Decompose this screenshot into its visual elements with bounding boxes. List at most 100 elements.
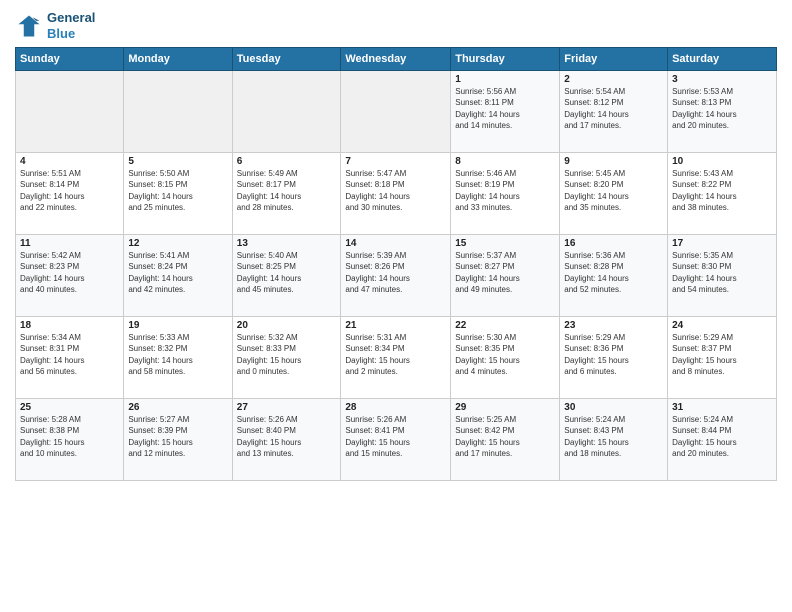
calendar-day-cell: 12Sunrise: 5:41 AM Sunset: 8:24 PM Dayli… (124, 235, 232, 317)
day-info: Sunrise: 5:53 AM Sunset: 8:13 PM Dayligh… (672, 86, 772, 131)
day-info: Sunrise: 5:35 AM Sunset: 8:30 PM Dayligh… (672, 250, 772, 295)
day-number: 22 (455, 320, 555, 331)
day-info: Sunrise: 5:41 AM Sunset: 8:24 PM Dayligh… (128, 250, 227, 295)
day-info: Sunrise: 5:32 AM Sunset: 8:33 PM Dayligh… (237, 332, 337, 377)
day-info: Sunrise: 5:50 AM Sunset: 8:15 PM Dayligh… (128, 168, 227, 213)
calendar-day-cell: 8Sunrise: 5:46 AM Sunset: 8:19 PM Daylig… (451, 153, 560, 235)
calendar-day-cell: 4Sunrise: 5:51 AM Sunset: 8:14 PM Daylig… (16, 153, 124, 235)
calendar-day-cell: 16Sunrise: 5:36 AM Sunset: 8:28 PM Dayli… (560, 235, 668, 317)
day-info: Sunrise: 5:26 AM Sunset: 8:41 PM Dayligh… (345, 414, 446, 459)
calendar-day-cell: 11Sunrise: 5:42 AM Sunset: 8:23 PM Dayli… (16, 235, 124, 317)
weekday-header: Wednesday (341, 48, 451, 71)
day-number: 25 (20, 402, 119, 413)
day-number: 16 (564, 238, 663, 249)
calendar-day-cell: 29Sunrise: 5:25 AM Sunset: 8:42 PM Dayli… (451, 399, 560, 481)
calendar-day-cell (341, 71, 451, 153)
calendar-week-row: 18Sunrise: 5:34 AM Sunset: 8:31 PM Dayli… (16, 317, 777, 399)
day-info: Sunrise: 5:33 AM Sunset: 8:32 PM Dayligh… (128, 332, 227, 377)
day-number: 19 (128, 320, 227, 331)
calendar-day-cell: 23Sunrise: 5:29 AM Sunset: 8:36 PM Dayli… (560, 317, 668, 399)
calendar-table: SundayMondayTuesdayWednesdayThursdayFrid… (15, 47, 777, 481)
day-number: 12 (128, 238, 227, 249)
calendar-day-cell: 31Sunrise: 5:24 AM Sunset: 8:44 PM Dayli… (668, 399, 777, 481)
day-number: 23 (564, 320, 663, 331)
day-info: Sunrise: 5:45 AM Sunset: 8:20 PM Dayligh… (564, 168, 663, 213)
day-number: 18 (20, 320, 119, 331)
day-number: 27 (237, 402, 337, 413)
day-number: 6 (237, 156, 337, 167)
weekday-header: Saturday (668, 48, 777, 71)
calendar-day-cell: 26Sunrise: 5:27 AM Sunset: 8:39 PM Dayli… (124, 399, 232, 481)
logo-text: General Blue (47, 10, 95, 41)
calendar-day-cell: 30Sunrise: 5:24 AM Sunset: 8:43 PM Dayli… (560, 399, 668, 481)
day-number: 29 (455, 402, 555, 413)
calendar-day-cell (232, 71, 341, 153)
day-number: 1 (455, 74, 555, 85)
calendar-day-cell: 3Sunrise: 5:53 AM Sunset: 8:13 PM Daylig… (668, 71, 777, 153)
day-info: Sunrise: 5:24 AM Sunset: 8:44 PM Dayligh… (672, 414, 772, 459)
day-number: 24 (672, 320, 772, 331)
day-info: Sunrise: 5:28 AM Sunset: 8:38 PM Dayligh… (20, 414, 119, 459)
weekday-header: Thursday (451, 48, 560, 71)
day-info: Sunrise: 5:40 AM Sunset: 8:25 PM Dayligh… (237, 250, 337, 295)
day-number: 7 (345, 156, 446, 167)
day-info: Sunrise: 5:37 AM Sunset: 8:27 PM Dayligh… (455, 250, 555, 295)
day-info: Sunrise: 5:34 AM Sunset: 8:31 PM Dayligh… (20, 332, 119, 377)
day-number: 8 (455, 156, 555, 167)
day-number: 13 (237, 238, 337, 249)
calendar-day-cell: 10Sunrise: 5:43 AM Sunset: 8:22 PM Dayli… (668, 153, 777, 235)
day-info: Sunrise: 5:47 AM Sunset: 8:18 PM Dayligh… (345, 168, 446, 213)
day-info: Sunrise: 5:24 AM Sunset: 8:43 PM Dayligh… (564, 414, 663, 459)
day-info: Sunrise: 5:26 AM Sunset: 8:40 PM Dayligh… (237, 414, 337, 459)
calendar-day-cell: 17Sunrise: 5:35 AM Sunset: 8:30 PM Dayli… (668, 235, 777, 317)
day-info: Sunrise: 5:39 AM Sunset: 8:26 PM Dayligh… (345, 250, 446, 295)
calendar-day-cell: 25Sunrise: 5:28 AM Sunset: 8:38 PM Dayli… (16, 399, 124, 481)
day-number: 26 (128, 402, 227, 413)
day-info: Sunrise: 5:25 AM Sunset: 8:42 PM Dayligh… (455, 414, 555, 459)
calendar-day-cell: 22Sunrise: 5:30 AM Sunset: 8:35 PM Dayli… (451, 317, 560, 399)
day-info: Sunrise: 5:54 AM Sunset: 8:12 PM Dayligh… (564, 86, 663, 131)
calendar-day-cell: 1Sunrise: 5:56 AM Sunset: 8:11 PM Daylig… (451, 71, 560, 153)
calendar-week-row: 25Sunrise: 5:28 AM Sunset: 8:38 PM Dayli… (16, 399, 777, 481)
calendar-day-cell (16, 71, 124, 153)
day-number: 4 (20, 156, 119, 167)
day-number: 17 (672, 238, 772, 249)
weekday-header: Tuesday (232, 48, 341, 71)
calendar-week-row: 11Sunrise: 5:42 AM Sunset: 8:23 PM Dayli… (16, 235, 777, 317)
day-number: 21 (345, 320, 446, 331)
day-number: 28 (345, 402, 446, 413)
calendar-day-cell: 19Sunrise: 5:33 AM Sunset: 8:32 PM Dayli… (124, 317, 232, 399)
calendar-day-cell: 9Sunrise: 5:45 AM Sunset: 8:20 PM Daylig… (560, 153, 668, 235)
day-info: Sunrise: 5:46 AM Sunset: 8:19 PM Dayligh… (455, 168, 555, 213)
day-number: 15 (455, 238, 555, 249)
weekday-header: Friday (560, 48, 668, 71)
day-info: Sunrise: 5:29 AM Sunset: 8:37 PM Dayligh… (672, 332, 772, 377)
day-number: 20 (237, 320, 337, 331)
day-info: Sunrise: 5:31 AM Sunset: 8:34 PM Dayligh… (345, 332, 446, 377)
day-info: Sunrise: 5:49 AM Sunset: 8:17 PM Dayligh… (237, 168, 337, 213)
weekday-header: Sunday (16, 48, 124, 71)
calendar-week-row: 4Sunrise: 5:51 AM Sunset: 8:14 PM Daylig… (16, 153, 777, 235)
calendar-week-row: 1Sunrise: 5:56 AM Sunset: 8:11 PM Daylig… (16, 71, 777, 153)
day-number: 11 (20, 238, 119, 249)
header: General Blue (15, 10, 777, 41)
day-info: Sunrise: 5:42 AM Sunset: 8:23 PM Dayligh… (20, 250, 119, 295)
calendar-day-cell: 5Sunrise: 5:50 AM Sunset: 8:15 PM Daylig… (124, 153, 232, 235)
day-number: 30 (564, 402, 663, 413)
calendar-day-cell: 24Sunrise: 5:29 AM Sunset: 8:37 PM Dayli… (668, 317, 777, 399)
day-number: 5 (128, 156, 227, 167)
day-number: 9 (564, 156, 663, 167)
calendar-day-cell: 27Sunrise: 5:26 AM Sunset: 8:40 PM Dayli… (232, 399, 341, 481)
calendar-day-cell: 14Sunrise: 5:39 AM Sunset: 8:26 PM Dayli… (341, 235, 451, 317)
day-info: Sunrise: 5:29 AM Sunset: 8:36 PM Dayligh… (564, 332, 663, 377)
day-info: Sunrise: 5:36 AM Sunset: 8:28 PM Dayligh… (564, 250, 663, 295)
page: General Blue SundayMondayTuesdayWednesda… (0, 0, 792, 612)
day-number: 2 (564, 74, 663, 85)
day-info: Sunrise: 5:51 AM Sunset: 8:14 PM Dayligh… (20, 168, 119, 213)
calendar-day-cell: 20Sunrise: 5:32 AM Sunset: 8:33 PM Dayli… (232, 317, 341, 399)
day-number: 3 (672, 74, 772, 85)
day-info: Sunrise: 5:30 AM Sunset: 8:35 PM Dayligh… (455, 332, 555, 377)
logo: General Blue (15, 10, 95, 41)
day-number: 31 (672, 402, 772, 413)
day-info: Sunrise: 5:43 AM Sunset: 8:22 PM Dayligh… (672, 168, 772, 213)
